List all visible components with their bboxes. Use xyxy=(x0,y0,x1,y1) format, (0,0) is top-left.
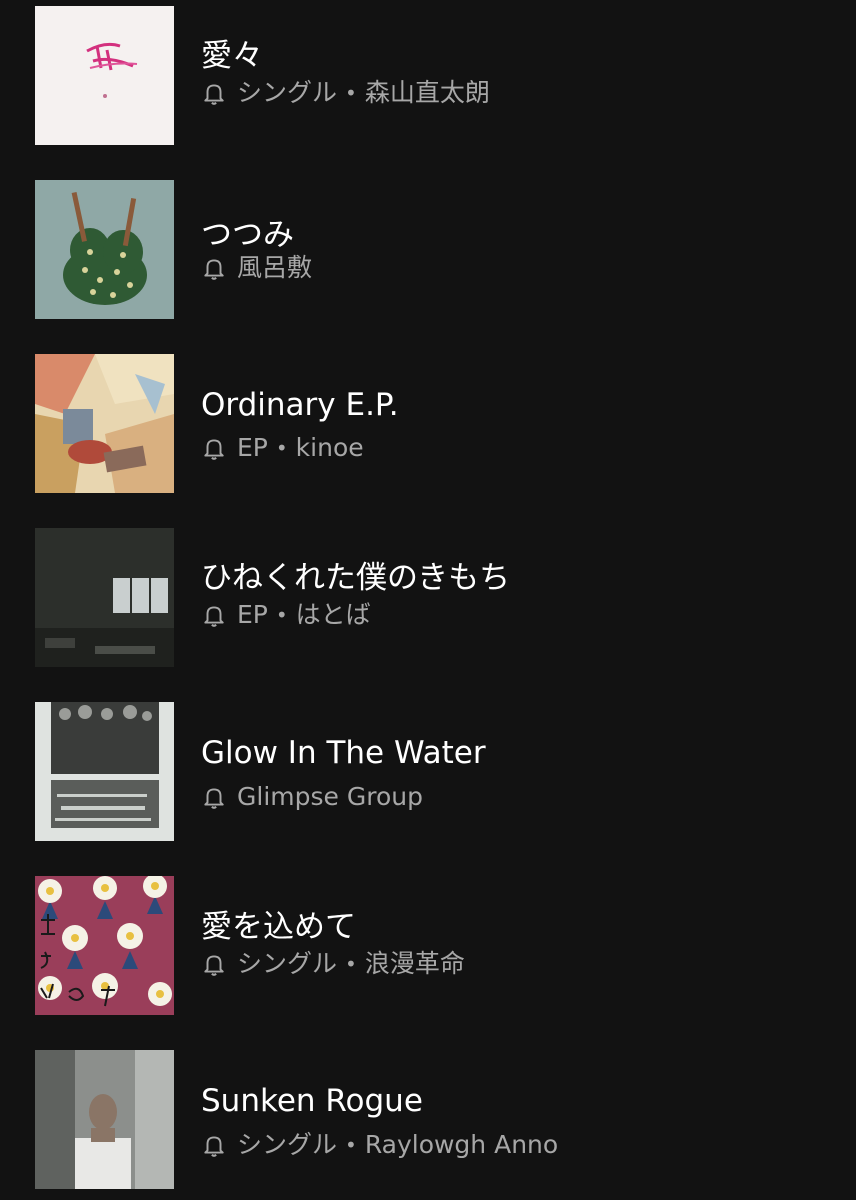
bell-icon xyxy=(204,606,224,627)
album-art xyxy=(35,876,174,1015)
release-title: ひねくれた僕のきもち xyxy=(201,560,511,596)
separator-dot: • xyxy=(275,603,288,627)
album-art xyxy=(35,528,174,667)
bell-icon xyxy=(204,259,224,280)
album-art xyxy=(35,180,174,319)
release-title: Glow In The Water xyxy=(201,735,486,771)
separator-dot: • xyxy=(345,1133,357,1157)
release-title: 愛を込めて xyxy=(201,909,356,945)
release-subtitle: EP • kinoe xyxy=(201,433,364,463)
release-artist: 風呂敷 xyxy=(237,253,313,282)
release-item[interactable]: 愛を込めて シングル • 浪漫革命 xyxy=(0,876,856,1016)
release-type: シングル xyxy=(237,78,338,107)
release-subtitle: シングル • Raylowgh Anno xyxy=(201,1130,558,1160)
release-item[interactable]: 愛々 シングル • 森山直太朗 xyxy=(0,6,856,146)
album-art xyxy=(35,6,174,145)
release-type: シングル xyxy=(237,949,338,978)
bell-icon xyxy=(204,788,224,809)
release-title: 愛々 xyxy=(201,38,263,74)
release-type: シングル xyxy=(237,1130,338,1159)
release-item[interactable]: Sunken Rogue シングル • Raylowgh Anno xyxy=(0,1050,856,1190)
release-subtitle: Glimpse Group xyxy=(201,782,423,812)
release-subtitle: EP • はとば xyxy=(201,600,371,630)
release-artist: はとば xyxy=(295,600,371,629)
release-artist: Glimpse Group xyxy=(237,782,423,811)
release-item[interactable]: Glow In The Water Glimpse Group xyxy=(0,702,856,842)
release-artist: kinoe xyxy=(295,433,364,462)
release-artist: Raylowgh Anno xyxy=(364,1130,559,1159)
release-subtitle: シングル • 森山直太朗 xyxy=(201,78,490,108)
release-type: EP xyxy=(237,433,268,462)
bell-icon xyxy=(204,1136,224,1157)
release-artist: 浪漫革命 xyxy=(364,949,465,978)
release-type: EP xyxy=(237,600,268,629)
release-title: つつみ xyxy=(201,217,294,253)
album-art xyxy=(35,354,174,493)
separator-dot: • xyxy=(275,436,288,460)
release-item[interactable]: ひねくれた僕のきもち EP • はとば xyxy=(0,528,856,668)
release-list: 愛々 シングル • 森山直太朗 つつみ 風呂敷 Ordinary E.P. EP… xyxy=(0,0,856,1200)
release-title: Sunken Rogue xyxy=(201,1083,423,1119)
bell-icon xyxy=(204,439,224,460)
separator-dot: • xyxy=(345,952,357,976)
bell-icon xyxy=(204,955,224,976)
release-artist: 森山直太朗 xyxy=(364,78,490,107)
bell-icon xyxy=(204,84,224,105)
release-subtitle: シングル • 浪漫革命 xyxy=(201,949,465,979)
release-item[interactable]: つつみ 風呂敷 xyxy=(0,180,856,320)
release-title: Ordinary E.P. xyxy=(201,387,399,423)
release-subtitle: 風呂敷 xyxy=(201,253,312,283)
release-item[interactable]: Ordinary E.P. EP • kinoe xyxy=(0,354,856,494)
album-art xyxy=(35,1050,174,1189)
album-art xyxy=(35,702,174,841)
separator-dot: • xyxy=(345,81,357,105)
